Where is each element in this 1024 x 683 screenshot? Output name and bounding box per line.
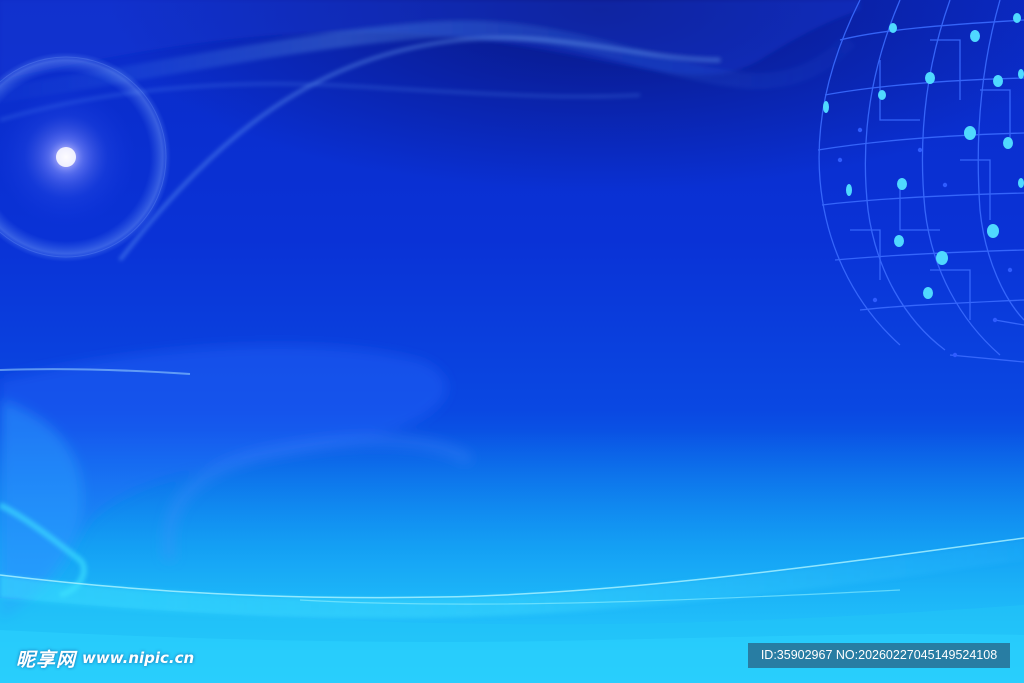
- watermark-logo-text: 昵享网: [16, 648, 77, 671]
- circuit-globe-icon: [817, 0, 1024, 363]
- circuit-node-dots: [823, 13, 1024, 299]
- image-id-bar: ID:35902967 NO:20260227045149524108: [748, 643, 1010, 668]
- watermark-logo-url: www.nipic.cn: [82, 649, 195, 667]
- abstract-background-graphic: [0, 0, 1024, 683]
- site-watermark-logo: 昵享网 www.nipic.cn: [16, 644, 194, 672]
- image-id-text: ID:35902967 NO:20260227045149524108: [760, 648, 998, 662]
- background-canvas: 昵享网 www.nipic.cn ID:35902967 NO:20260227…: [0, 0, 1024, 683]
